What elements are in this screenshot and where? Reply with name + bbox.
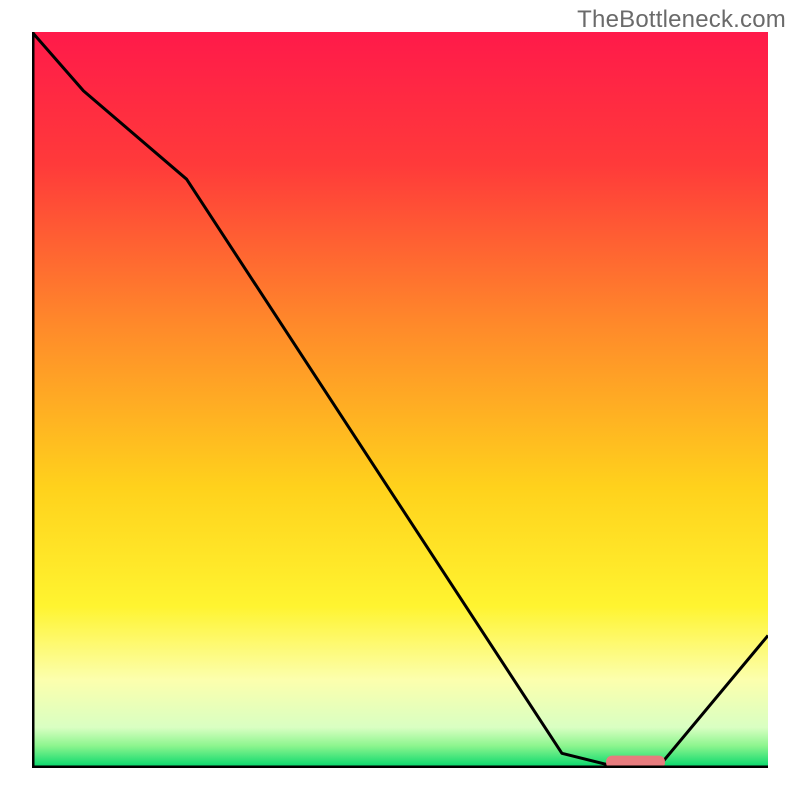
chart-svg bbox=[32, 32, 768, 768]
chart-frame: TheBottleneck.com bbox=[0, 0, 800, 800]
watermark-text: TheBottleneck.com bbox=[577, 6, 786, 34]
bottleneck-chart bbox=[32, 32, 768, 768]
